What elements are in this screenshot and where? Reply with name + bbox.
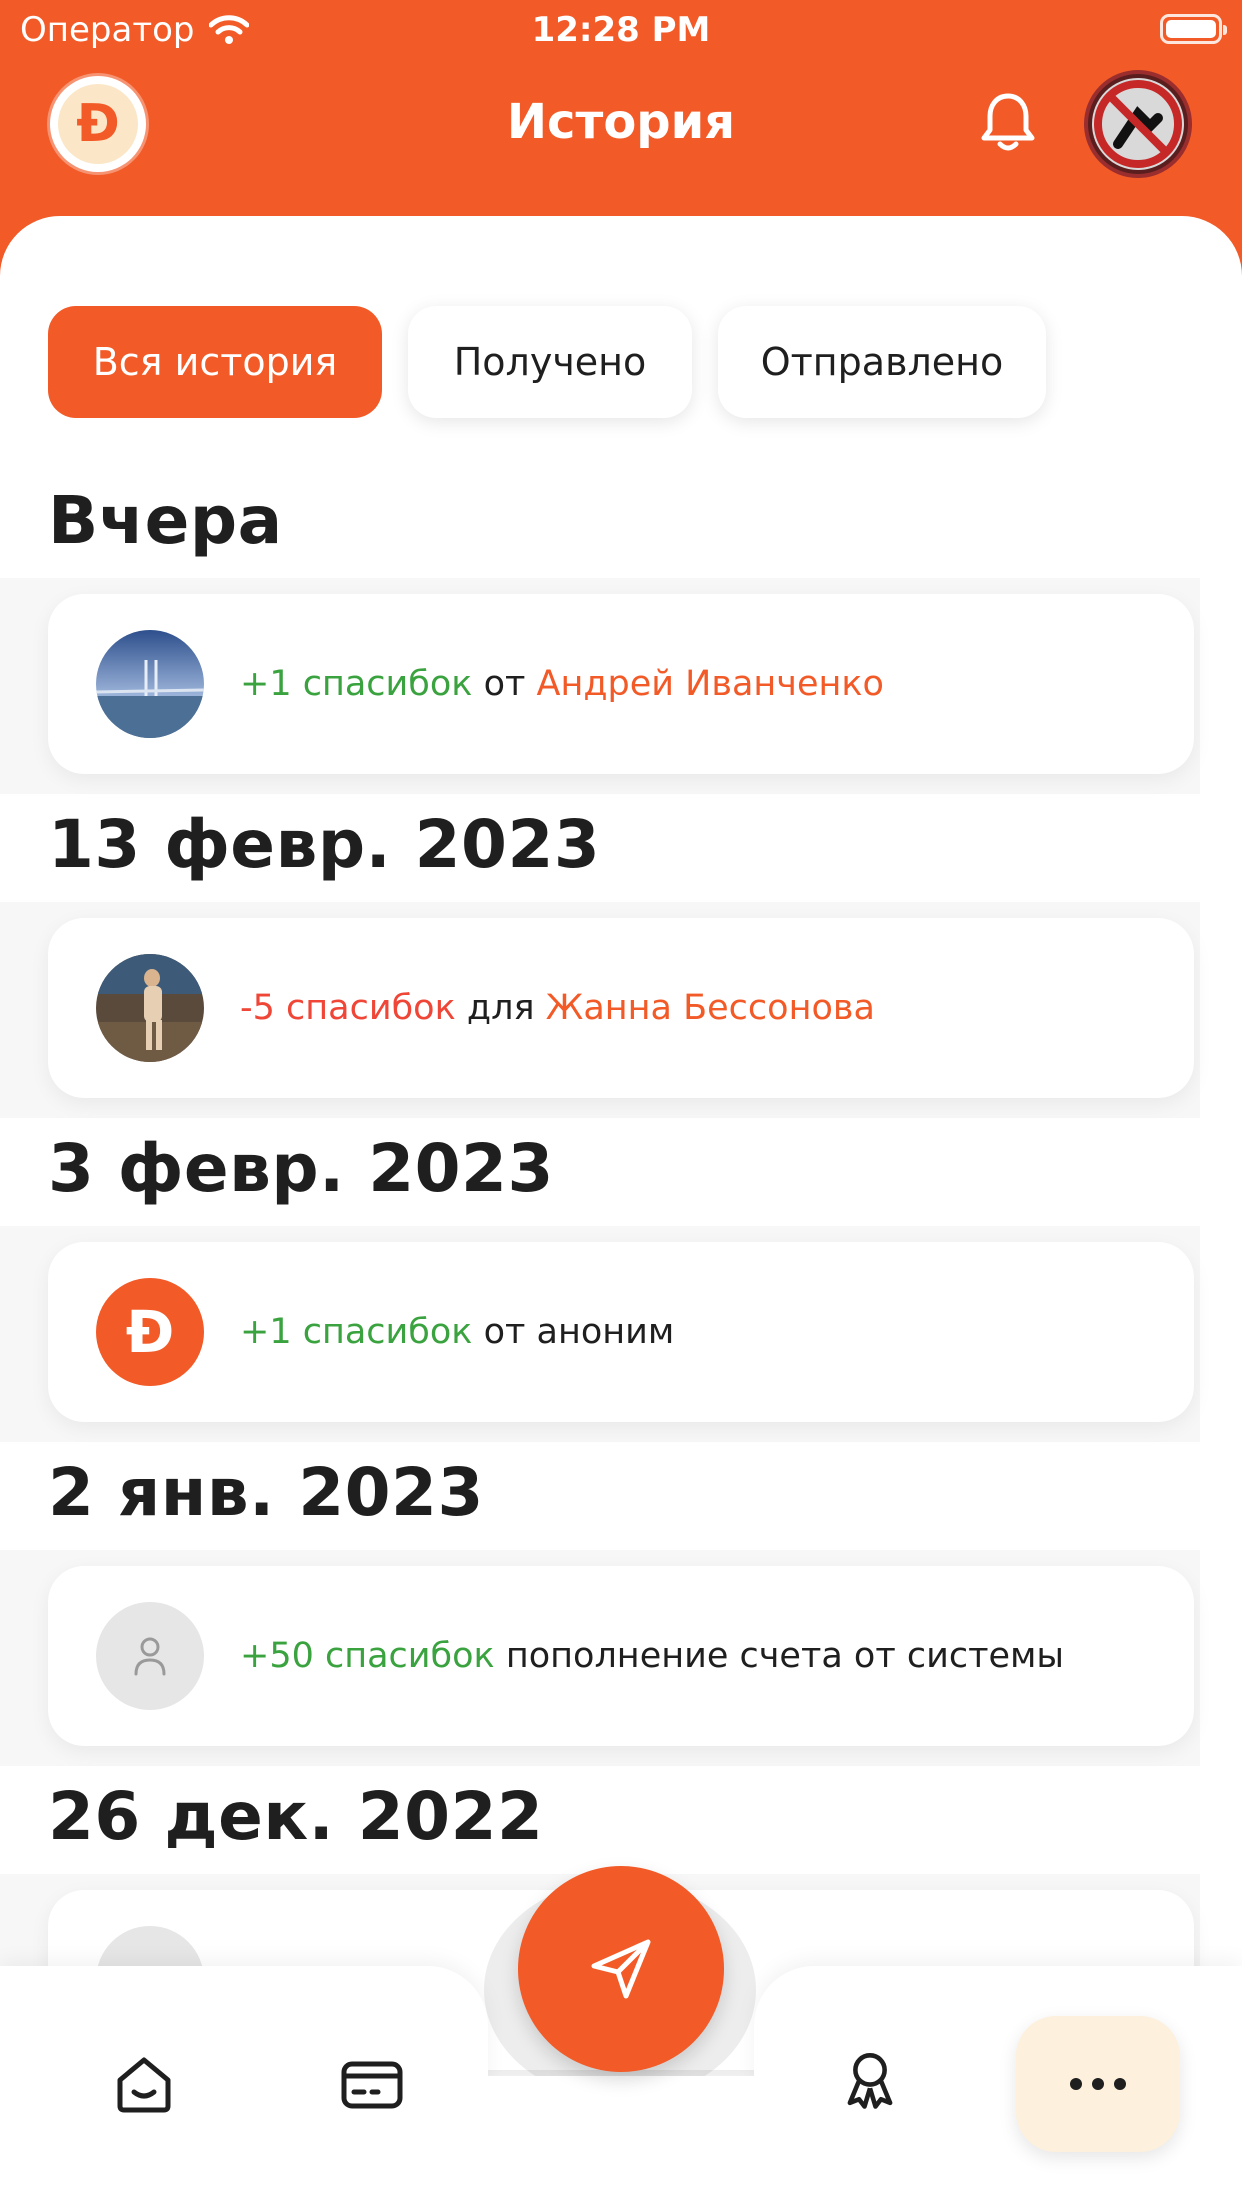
tab-all-history[interactable]: Вся история [48, 306, 382, 418]
send-icon [591, 1939, 651, 1999]
group-date: 2 янв. 2023 [48, 1454, 484, 1531]
brand-logo-icon: Đ [96, 1278, 204, 1386]
history-item[interactable]: +50 спасибок пополнение счета от системы [48, 1566, 1194, 1746]
group-date: 3 февр. 2023 [48, 1130, 554, 1207]
thanks-amount: +50 спасибок [240, 1636, 495, 1676]
group-date: 13 февр. 2023 [48, 806, 601, 883]
thanks-amount: +1 спасибок [240, 664, 473, 704]
group-date: Вчера [48, 482, 283, 559]
connector-text: для [466, 988, 535, 1028]
history-item[interactable]: Đ +1 спасибок от аноним [48, 1242, 1194, 1422]
avatar [96, 954, 204, 1062]
profile-avatar[interactable] [1084, 70, 1192, 178]
send-button[interactable] [518, 1866, 724, 2072]
bell-icon[interactable] [978, 90, 1038, 156]
connector-text: от [483, 664, 526, 704]
more-icon [1070, 2078, 1126, 2090]
card-icon[interactable] [340, 2052, 404, 2116]
history-item[interactable]: -5 спасибок для Жанна Бессонова [48, 918, 1194, 1098]
status-time: 12:28 PM [531, 10, 711, 50]
item-text: +1 спасибок от аноним [240, 1242, 674, 1422]
app-header: Đ История [0, 64, 1242, 214]
award-icon[interactable] [838, 2048, 902, 2112]
user-name-link[interactable]: Жанна Бессонова [546, 988, 875, 1028]
photo-bridge-icon [96, 630, 204, 738]
item-text: +1 спасибок от Андрей Иванченко [240, 594, 884, 774]
thanks-amount: -5 спасибок [240, 988, 456, 1028]
battery-icon [1160, 14, 1227, 44]
more-button[interactable] [1016, 2016, 1180, 2152]
connector-text: пополнение счета от системы [505, 1636, 1065, 1676]
item-text: +50 спасибок пополнение счета от системы [240, 1566, 1064, 1746]
page-title: История [506, 94, 736, 150]
tab-received[interactable]: Получено [408, 306, 692, 418]
filter-tabs: Вся история Получено Отправлено [48, 306, 1046, 418]
user-placeholder-icon [96, 1602, 204, 1710]
user-name-link[interactable]: Андрей Иванченко [537, 664, 884, 704]
home-icon[interactable] [112, 2052, 176, 2116]
status-bar: Оператор 12:28 PM [0, 0, 1242, 64]
tab-sent[interactable]: Отправлено [718, 306, 1046, 418]
item-text: -5 спасибок для Жанна Бессонова [240, 918, 875, 1098]
profile-image-icon [1092, 78, 1184, 170]
history-item[interactable]: +1 спасибок от Андрей Иванченко [48, 594, 1194, 774]
bottom-nav-left [0, 1966, 488, 2208]
thanks-amount: +1 спасибок [240, 1312, 473, 1352]
group-date: 26 дек. 2022 [48, 1778, 544, 1855]
avatar [96, 630, 204, 738]
connector-text: от аноним [483, 1312, 675, 1352]
bottom-nav-middle [488, 2076, 754, 2208]
photo-person-icon [96, 954, 204, 1062]
